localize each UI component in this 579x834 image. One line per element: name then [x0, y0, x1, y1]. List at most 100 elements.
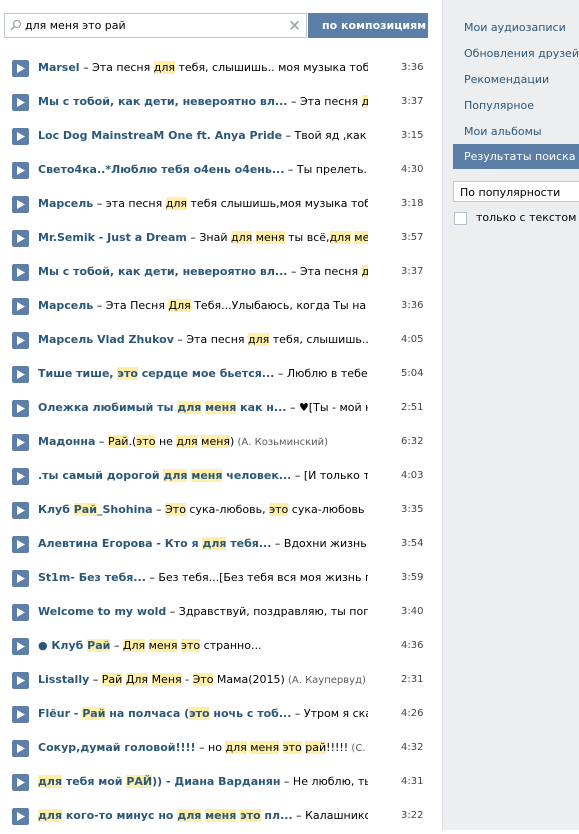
track-row[interactable]: для кого-то минус но для меня это пл... … — [0, 800, 442, 834]
play-icon[interactable] — [12, 162, 29, 179]
track-row[interactable]: Loc Dog MainstreaM One ft. Anya Pride – … — [0, 120, 442, 154]
play-icon[interactable] — [12, 672, 29, 689]
play-icon[interactable] — [12, 400, 29, 417]
lyrics-only-label: только с текстом — [476, 211, 576, 224]
track-row[interactable]: Марсель – Эта Песня Для Тебя...Улыбаюсь,… — [0, 290, 442, 324]
track-row[interactable]: Marsel – Эта песня для тебя, слышишь.. м… — [0, 52, 442, 86]
play-icon[interactable] — [12, 740, 29, 757]
track-artist-link[interactable]: St1m- Без тебя... — [38, 571, 146, 584]
track-artist-link[interactable]: Мадонна — [38, 435, 95, 448]
track-row[interactable]: Мы с тобой, как дети, невероятно вл... –… — [0, 256, 442, 290]
text-segment: St1m- Без тебя... — [38, 571, 146, 584]
text-segment: тебя, слышишь.. моя музыка тобой ды... — [175, 61, 368, 74]
sidebar-item-my-albums[interactable]: Мои альбомы — [464, 125, 542, 138]
track-artist-link[interactable]: Сокур,думай головой!!!! — [38, 741, 196, 754]
track-artist-link[interactable]: Mr.Semik - Just a Dream — [38, 231, 187, 244]
track-row[interactable]: Марсель Vlad Zhukov – Эта песня для тебя… — [0, 324, 442, 358]
track-row[interactable]: Свето4ка..*Люблю тебя о4ень о4ень... – Т… — [0, 154, 442, 188]
track-duration: 3:18 — [401, 198, 423, 209]
track-artist-link[interactable]: для кого-то минус но для меня это пл... — [38, 809, 293, 822]
track-title: – Рай Для Меня - Это Мама(2015) — [89, 673, 285, 686]
track-row[interactable]: .ты самый дорогой для меня человек... – … — [0, 460, 442, 494]
track-row[interactable]: Марсель – эта песня для тебя слышишь,моя… — [0, 188, 442, 222]
play-icon[interactable] — [12, 468, 29, 485]
play-icon[interactable] — [12, 196, 29, 213]
track-row[interactable]: Тише тише, это сердце мое бьется... – Лю… — [0, 358, 442, 392]
track-artist-link[interactable]: Свето4ка..*Люблю тебя о4ень о4ень... — [38, 163, 284, 176]
track-artist-link[interactable]: Marsel — [38, 61, 80, 74]
sidebar-item-recommendations[interactable]: Рекомендации — [464, 73, 549, 86]
lyrics-only-checkbox[interactable] — [454, 212, 467, 225]
track-duration: 3:54 — [401, 538, 423, 549]
track-row[interactable]: Lisstally – Рай Для Меня - Это Мама(2015… — [0, 664, 442, 698]
track-artist-link[interactable]: Lisstally — [38, 673, 89, 686]
play-icon[interactable] — [12, 706, 29, 723]
play-icon[interactable] — [12, 774, 29, 791]
play-icon[interactable] — [12, 60, 29, 77]
track-artist-link[interactable]: Клуб Рай_Shohina — [38, 503, 153, 516]
clear-icon[interactable]: × — [288, 19, 301, 32]
track-row[interactable]: Клуб Рай_Shohina – Это сука-любовь, это … — [0, 494, 442, 528]
text-segment: – но — [196, 741, 226, 754]
track-artist-link[interactable]: Марсель Vlad Zhukov — [38, 333, 174, 346]
track-row[interactable]: Welcome to my wold – Здравствуй, поздрав… — [0, 596, 442, 630]
play-icon[interactable] — [12, 638, 29, 655]
sidebar-item-search-results[interactable]: Результаты поиска — [453, 144, 579, 169]
play-icon[interactable] — [12, 230, 29, 247]
track-row[interactable]: Мадонна – Рай.(это не для меня) (А. Козь… — [0, 426, 442, 460]
track-artist-link[interactable]: Мы с тобой, как дети, невероятно вл... — [38, 95, 287, 108]
search-query-text[interactable]: для меня это рай — [25, 19, 126, 32]
track-line: Олежка любимый ты для меня как н... – ♥[… — [38, 401, 368, 415]
sidebar-item-my-audio[interactable]: Мои аудиозаписи — [464, 21, 566, 34]
text-segment: – [И только ты и ... — [291, 469, 368, 482]
track-row[interactable]: Сокур,думай головой!!!! – но для меня эт… — [0, 732, 442, 766]
track-row[interactable]: Олежка любимый ты для меня как н... – ♥[… — [0, 392, 442, 426]
track-artist-link[interactable]: .ты самый дорогой для меня человек... — [38, 469, 291, 482]
play-icon[interactable] — [12, 264, 29, 281]
track-row[interactable]: для тебя мой РАЙ)) - Диана Варданян – Не… — [0, 766, 442, 800]
text-segment: ты всё, — [285, 231, 330, 244]
track-artist-link[interactable]: для тебя мой РАЙ)) - Диана Варданян — [38, 775, 280, 788]
track-row[interactable]: St1m- Без тебя... – Без тебя...[Без тебя… — [0, 562, 442, 596]
play-icon[interactable] — [12, 808, 29, 825]
track-artist-link[interactable]: Олежка любимый ты для меня как н... — [38, 401, 286, 414]
play-icon[interactable] — [12, 604, 29, 621]
play-icon[interactable] — [12, 502, 29, 519]
track-artist-link[interactable]: ● Клуб Рай — [38, 639, 110, 652]
track-artist-link[interactable]: Flëur - Рай на полчаса (это ночь с тоб..… — [38, 707, 291, 720]
track-artist-link[interactable]: Мы с тобой, как дети, невероятно вл... — [38, 265, 287, 278]
sort-select[interactable]: По популярности — [453, 181, 579, 202]
sidebar-item-popular[interactable]: Популярное — [464, 99, 534, 112]
play-icon[interactable] — [12, 128, 29, 145]
play-icon[interactable] — [12, 366, 29, 383]
text-segment: Олежка любимый ты — [38, 401, 177, 414]
track-line: Lisstally – Рай Для Меня - Это Мама(2015… — [38, 673, 368, 688]
play-icon[interactable] — [12, 332, 29, 349]
track-row[interactable]: Мы с тобой, как дети, невероятно вл... –… — [0, 86, 442, 120]
search-input[interactable]: для меня это рай × — [4, 13, 307, 38]
text-segment: – Эта Песня — [93, 299, 168, 312]
text-segment: как н... — [236, 401, 286, 414]
search-mode-dropdown[interactable]: по композициям▼ — [308, 13, 428, 38]
play-icon[interactable] — [12, 298, 29, 315]
track-artist-link[interactable]: Алевтина Егорова - Кто я для тебя... — [38, 537, 271, 550]
track-artist-link[interactable]: Welcome to my wold — [38, 605, 166, 618]
track-artist-link[interactable]: Loc Dog MainstreaM One ft. Anya Pride — [38, 129, 282, 142]
track-artist-link[interactable]: Марсель — [38, 299, 93, 312]
text-segment: кого-то минус но — [62, 809, 177, 822]
track-artist-link[interactable]: Тише тише, это сердце мое бьется... — [38, 367, 274, 380]
track-line: Мы с тобой, как дети, невероятно вл... –… — [38, 95, 368, 109]
play-icon[interactable] — [12, 94, 29, 111]
play-icon[interactable] — [12, 536, 29, 553]
track-row[interactable]: Алевтина Егорова - Кто я для тебя... – В… — [0, 528, 442, 562]
track-row[interactable]: Mr.Semik - Just a Dream – Знай для меня … — [0, 222, 442, 256]
sidebar-item-friends-updates[interactable]: Обновления друзей — [464, 47, 579, 60]
track-duration: 3:57 — [401, 232, 423, 243]
play-icon[interactable] — [12, 434, 29, 451]
track-row[interactable]: ● Клуб Рай – Для меня это странно...4:36 — [0, 630, 442, 664]
track-duration: 3:36 — [401, 300, 423, 311]
play-icon[interactable] — [12, 570, 29, 587]
text-segment: Flëur - — [38, 707, 82, 720]
track-row[interactable]: Flëur - Рай на полчаса (это ночь с тоб..… — [0, 698, 442, 732]
track-artist-link[interactable]: Марсель — [38, 197, 93, 210]
